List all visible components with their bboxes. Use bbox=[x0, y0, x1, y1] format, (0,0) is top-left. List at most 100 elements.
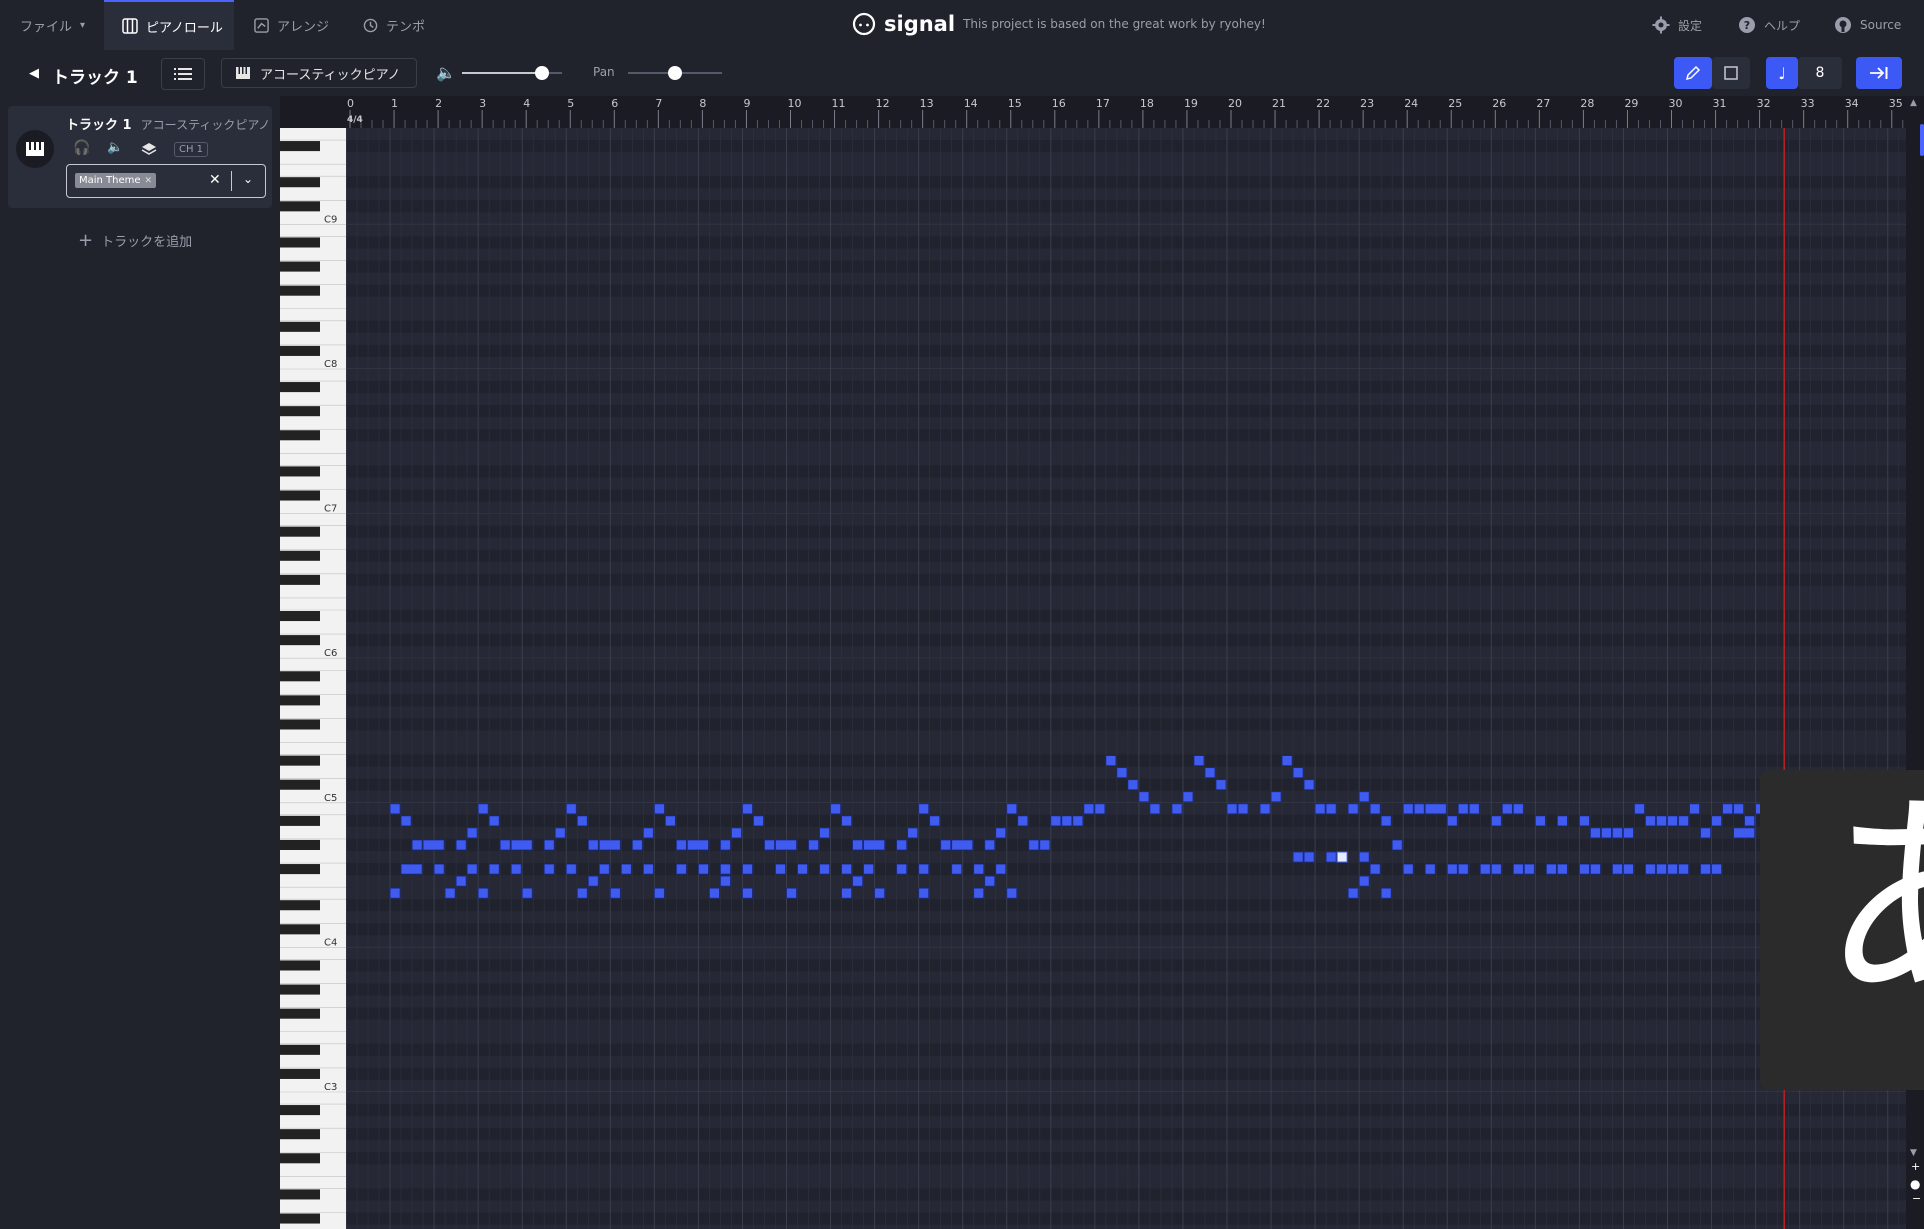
note[interactable] bbox=[1700, 863, 1711, 875]
timeline-ruler[interactable]: 0 1 2 3 4 5 6 7 8 9 10 11 12 13 14 15 16 17 18 19 20 21 22 23 24… bbox=[280, 96, 1915, 129]
note[interactable] bbox=[896, 839, 908, 851]
black-key[interactable] bbox=[280, 550, 320, 561]
ruler-bar-label[interactable]: 18 bbox=[1140, 97, 1154, 110]
black-key[interactable] bbox=[280, 321, 320, 332]
track-instrument-avatar[interactable] bbox=[16, 130, 54, 168]
note[interactable] bbox=[422, 839, 445, 851]
note[interactable] bbox=[1325, 803, 1337, 815]
black-key[interactable] bbox=[280, 1008, 320, 1019]
note[interactable] bbox=[1424, 803, 1447, 815]
note[interactable] bbox=[1601, 827, 1612, 839]
note[interactable] bbox=[1171, 803, 1183, 815]
tab-piano-roll[interactable]: ピアノロール bbox=[104, 0, 234, 50]
ruler-bar-label[interactable]: 31 bbox=[1713, 97, 1727, 110]
black-key[interactable] bbox=[280, 864, 320, 875]
note[interactable] bbox=[444, 887, 456, 899]
file-menu[interactable]: ファイル ▾ bbox=[20, 0, 85, 50]
note[interactable] bbox=[1281, 755, 1293, 767]
note[interactable] bbox=[1292, 851, 1304, 863]
auto-scroll-button[interactable] bbox=[1856, 57, 1902, 89]
note[interactable] bbox=[1689, 803, 1700, 815]
black-key[interactable] bbox=[280, 839, 320, 850]
note[interactable] bbox=[653, 887, 665, 899]
note[interactable] bbox=[995, 827, 1007, 839]
note[interactable] bbox=[1446, 815, 1458, 827]
pan-slider[interactable] bbox=[628, 62, 722, 84]
note[interactable] bbox=[1590, 827, 1601, 839]
layers-icon[interactable] bbox=[141, 142, 157, 156]
ruler-bar-label[interactable]: 24 bbox=[1404, 97, 1418, 110]
note[interactable] bbox=[973, 863, 985, 875]
note[interactable] bbox=[1645, 815, 1656, 827]
selected-note[interactable] bbox=[1336, 851, 1348, 863]
note-grid[interactable] bbox=[346, 128, 1906, 1229]
zoom-in-icon[interactable]: + bbox=[1911, 1160, 1920, 1173]
note[interactable] bbox=[951, 839, 974, 851]
note[interactable] bbox=[477, 887, 489, 899]
note[interactable] bbox=[1612, 827, 1623, 839]
black-key[interactable] bbox=[280, 635, 320, 646]
note[interactable] bbox=[1039, 839, 1051, 851]
note[interactable] bbox=[819, 827, 830, 839]
piano-keys[interactable]: C9 C8 C7 C6 C5 C4 C3 bbox=[280, 128, 346, 1229]
quantize-button[interactable]: ♩ bbox=[1766, 57, 1798, 89]
black-key[interactable] bbox=[280, 1189, 320, 1200]
note[interactable] bbox=[488, 863, 500, 875]
ruler-bar-label[interactable]: 29 bbox=[1624, 97, 1638, 110]
note[interactable] bbox=[1512, 803, 1524, 815]
note[interactable] bbox=[863, 839, 886, 851]
note[interactable] bbox=[587, 875, 599, 887]
note[interactable] bbox=[1623, 827, 1634, 839]
note[interactable] bbox=[940, 839, 952, 851]
note[interactable] bbox=[1006, 887, 1018, 899]
black-key[interactable] bbox=[280, 285, 320, 296]
black-key[interactable] bbox=[280, 466, 320, 477]
clear-icon[interactable]: ✕ bbox=[209, 172, 221, 188]
source-link[interactable]: Source bbox=[1834, 16, 1901, 34]
ruler-bar-label[interactable]: 16 bbox=[1052, 97, 1066, 110]
ruler-bar-label[interactable]: 34 bbox=[1845, 97, 1859, 110]
instrument-button[interactable]: アコースティックピアノ bbox=[221, 58, 417, 88]
ruler-bar-label[interactable]: 11 bbox=[832, 97, 846, 110]
note[interactable] bbox=[852, 875, 863, 887]
note[interactable] bbox=[686, 839, 709, 851]
note[interactable] bbox=[1182, 791, 1194, 803]
note[interactable] bbox=[675, 839, 687, 851]
black-key[interactable] bbox=[280, 755, 320, 766]
ruler-bar-label[interactable]: 33 bbox=[1801, 97, 1815, 110]
note[interactable] bbox=[918, 803, 930, 815]
note[interactable] bbox=[521, 887, 533, 899]
ruler-bar-label[interactable]: 19 bbox=[1184, 97, 1198, 110]
track-card[interactable]: トラック 1 アコースティックピアノ 🎧 🔈 CH 1 Main Theme ✕… bbox=[8, 106, 272, 208]
note[interactable] bbox=[852, 839, 863, 851]
note[interactable] bbox=[1534, 815, 1546, 827]
back-button[interactable]: ◀ bbox=[24, 62, 44, 84]
note[interactable] bbox=[466, 863, 478, 875]
black-key[interactable] bbox=[280, 719, 320, 730]
black-key[interactable] bbox=[280, 406, 320, 417]
ruler-bar-label[interactable]: 15 bbox=[1008, 97, 1022, 110]
note[interactable] bbox=[1490, 815, 1502, 827]
note[interactable] bbox=[1347, 887, 1359, 899]
note[interactable] bbox=[1623, 863, 1634, 875]
note[interactable] bbox=[1722, 803, 1733, 815]
note[interactable] bbox=[510, 863, 522, 875]
note[interactable] bbox=[400, 863, 423, 875]
note[interactable] bbox=[731, 827, 742, 839]
note[interactable] bbox=[819, 863, 830, 875]
note[interactable] bbox=[1645, 863, 1656, 875]
ruler-bar-label[interactable]: 27 bbox=[1536, 97, 1550, 110]
ruler-bar-label[interactable]: 13 bbox=[920, 97, 934, 110]
note[interactable] bbox=[1479, 863, 1491, 875]
note[interactable] bbox=[631, 839, 643, 851]
note[interactable] bbox=[620, 863, 632, 875]
note[interactable] bbox=[984, 839, 996, 851]
note[interactable] bbox=[1700, 827, 1711, 839]
note[interactable] bbox=[1127, 779, 1139, 791]
note[interactable] bbox=[642, 827, 654, 839]
note[interactable] bbox=[477, 803, 489, 815]
note[interactable] bbox=[488, 815, 500, 827]
note[interactable] bbox=[995, 863, 1007, 875]
note[interactable] bbox=[1369, 863, 1381, 875]
ruler-bar-label[interactable]: 5 bbox=[567, 97, 574, 110]
